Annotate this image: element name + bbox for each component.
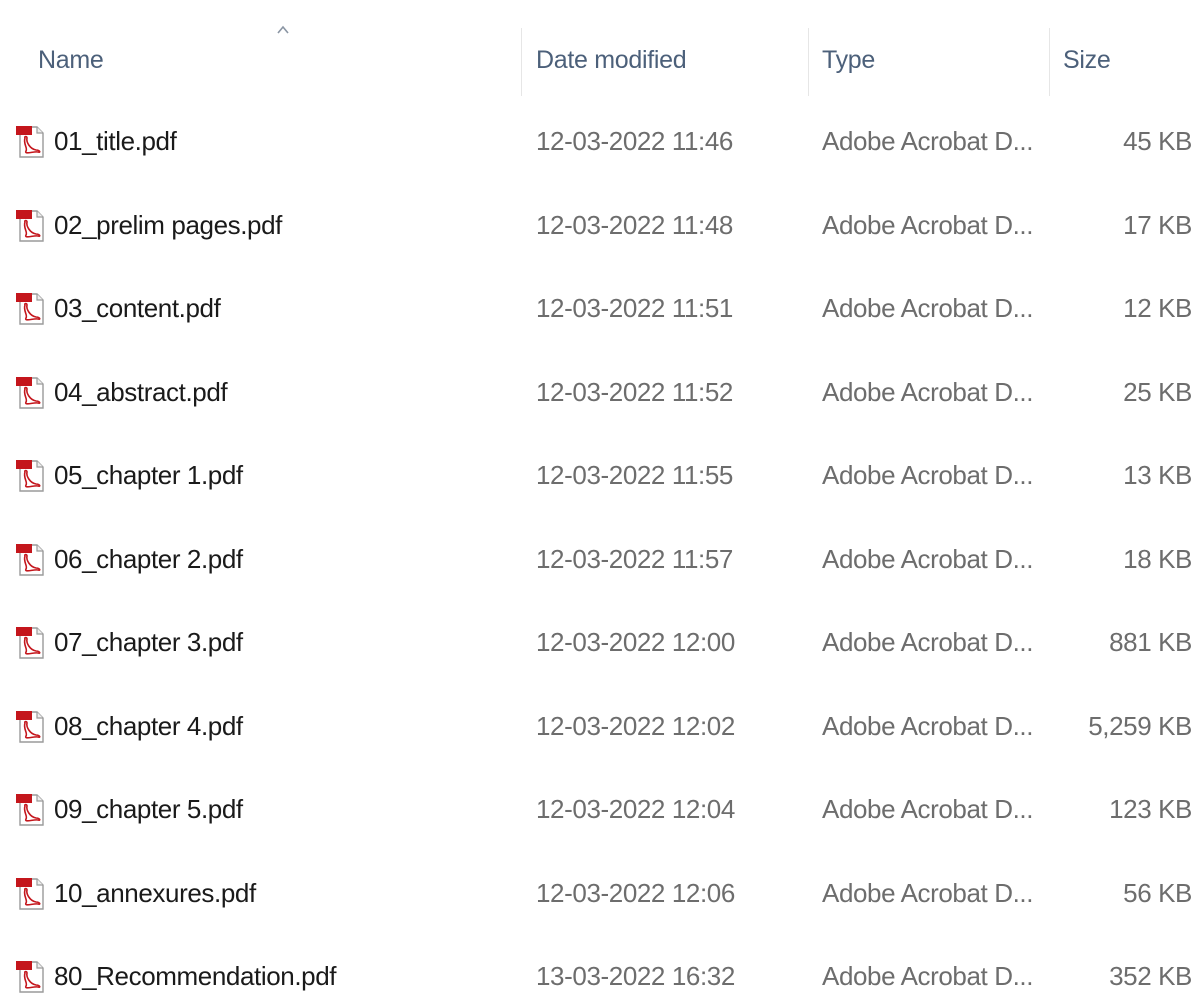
file-size: 12 KB bbox=[1123, 293, 1192, 323]
file-type: Adobe Acrobat D... bbox=[822, 126, 1034, 156]
file-name[interactable]: 01_title.pdf bbox=[54, 100, 177, 184]
file-size: 18 KB bbox=[1123, 543, 1192, 574]
file-row[interactable]: 07_chapter 3.pdf 12-03-2022 12:00 Adobe … bbox=[0, 601, 1198, 685]
pdf-file-icon bbox=[16, 961, 44, 993]
file-row[interactable]: 03_content.pdf 12-03-2022 11:51 Adobe Ac… bbox=[0, 267, 1198, 351]
file-name[interactable]: 03_content.pdf bbox=[54, 267, 221, 351]
file-name[interactable]: 80_Recommendation.pdf bbox=[54, 935, 337, 998]
file-size: 881 KB bbox=[1109, 627, 1192, 657]
file-type: Adobe Acrobat D... bbox=[822, 710, 1034, 741]
file-type: Adobe Acrobat D... bbox=[822, 293, 1034, 323]
file-name[interactable]: 05_chapter 1.pdf bbox=[54, 434, 243, 518]
file-date-modified: 12-03-2022 11:52 bbox=[536, 376, 733, 407]
pdf-file-icon bbox=[16, 627, 44, 659]
file-row[interactable]: 06_chapter 2.pdf 12-03-2022 11:57 Adobe … bbox=[0, 518, 1198, 602]
file-name[interactable]: 06_chapter 2.pdf bbox=[54, 518, 243, 602]
file-type: Adobe Acrobat D... bbox=[822, 209, 1034, 240]
file-date-modified: 12-03-2022 12:02 bbox=[536, 710, 735, 741]
file-size: 5,259 KB bbox=[1088, 710, 1192, 741]
file-type: Adobe Acrobat D... bbox=[822, 376, 1034, 407]
pdf-file-icon bbox=[16, 209, 44, 242]
file-row[interactable]: 04_abstract.pdf 12-03-2022 11:52 Adobe A… bbox=[0, 351, 1198, 435]
file-name[interactable]: 10_annexures.pdf bbox=[54, 852, 256, 936]
file-date-modified: 12-03-2022 11:57 bbox=[536, 543, 733, 574]
file-size: 45 KB bbox=[1123, 126, 1192, 156]
pdf-file-icon bbox=[16, 460, 44, 492]
file-type: Adobe Acrobat D... bbox=[822, 877, 1034, 908]
file-name[interactable]: 08_chapter 4.pdf bbox=[54, 685, 243, 769]
column-divider[interactable] bbox=[521, 28, 522, 96]
column-header-bar: Name Date modified Type Size bbox=[0, 0, 1198, 100]
file-row[interactable]: 02_prelim pages.pdf 12-03-2022 11:48 Ado… bbox=[0, 184, 1198, 268]
file-date-modified: 12-03-2022 11:48 bbox=[536, 209, 733, 240]
file-type: Adobe Acrobat D... bbox=[822, 543, 1034, 574]
file-row[interactable]: 01_title.pdf 12-03-2022 11:46 Adobe Acro… bbox=[0, 100, 1198, 184]
file-size: 13 KB bbox=[1123, 460, 1192, 490]
file-name[interactable]: 02_prelim pages.pdf bbox=[54, 184, 282, 268]
chevron-up-icon[interactable] bbox=[275, 22, 291, 38]
file-row[interactable]: 08_chapter 4.pdf 12-03-2022 12:02 Adobe … bbox=[0, 685, 1198, 769]
pdf-file-icon bbox=[16, 794, 44, 826]
file-name[interactable]: 04_abstract.pdf bbox=[54, 351, 228, 435]
pdf-file-icon bbox=[16, 710, 44, 743]
file-date-modified: 12-03-2022 12:04 bbox=[536, 794, 735, 824]
column-header-date-modified[interactable]: Date modified bbox=[536, 46, 687, 75]
file-date-modified: 12-03-2022 12:06 bbox=[536, 877, 735, 908]
file-row[interactable]: 80_Recommendation.pdf 13-03-2022 16:32 A… bbox=[0, 935, 1198, 998]
file-date-modified: 12-03-2022 12:00 bbox=[536, 627, 735, 657]
file-row[interactable]: 05_chapter 1.pdf 12-03-2022 11:55 Adobe … bbox=[0, 434, 1198, 518]
file-row[interactable]: 10_annexures.pdf 12-03-2022 12:06 Adobe … bbox=[0, 852, 1198, 936]
column-header-size[interactable]: Size bbox=[1063, 46, 1111, 75]
file-date-modified: 12-03-2022 11:55 bbox=[536, 460, 733, 490]
file-size: 56 KB bbox=[1123, 877, 1192, 908]
file-size: 352 KB bbox=[1109, 961, 1192, 991]
file-row[interactable]: 09_chapter 5.pdf 12-03-2022 12:04 Adobe … bbox=[0, 768, 1198, 852]
pdf-file-icon bbox=[16, 376, 44, 409]
column-divider[interactable] bbox=[808, 28, 809, 96]
file-size: 25 KB bbox=[1123, 376, 1192, 407]
column-header-name[interactable]: Name bbox=[38, 46, 104, 75]
pdf-file-icon bbox=[16, 877, 44, 910]
pdf-file-icon bbox=[16, 293, 44, 325]
pdf-file-icon bbox=[16, 543, 44, 576]
file-date-modified: 13-03-2022 16:32 bbox=[536, 961, 735, 991]
file-list: 01_title.pdf 12-03-2022 11:46 Adobe Acro… bbox=[0, 100, 1198, 998]
file-type: Adobe Acrobat D... bbox=[822, 794, 1034, 824]
file-name[interactable]: 07_chapter 3.pdf bbox=[54, 601, 243, 685]
file-name[interactable]: 09_chapter 5.pdf bbox=[54, 768, 243, 852]
file-size: 123 KB bbox=[1109, 794, 1192, 824]
pdf-file-icon bbox=[16, 126, 44, 158]
file-date-modified: 12-03-2022 11:51 bbox=[536, 293, 733, 323]
file-date-modified: 12-03-2022 11:46 bbox=[536, 126, 733, 156]
file-type: Adobe Acrobat D... bbox=[822, 627, 1034, 657]
file-type: Adobe Acrobat D... bbox=[822, 460, 1034, 490]
file-type: Adobe Acrobat D... bbox=[822, 961, 1034, 991]
column-header-type[interactable]: Type bbox=[822, 46, 875, 75]
column-divider[interactable] bbox=[1049, 28, 1050, 96]
file-size: 17 KB bbox=[1123, 209, 1192, 240]
